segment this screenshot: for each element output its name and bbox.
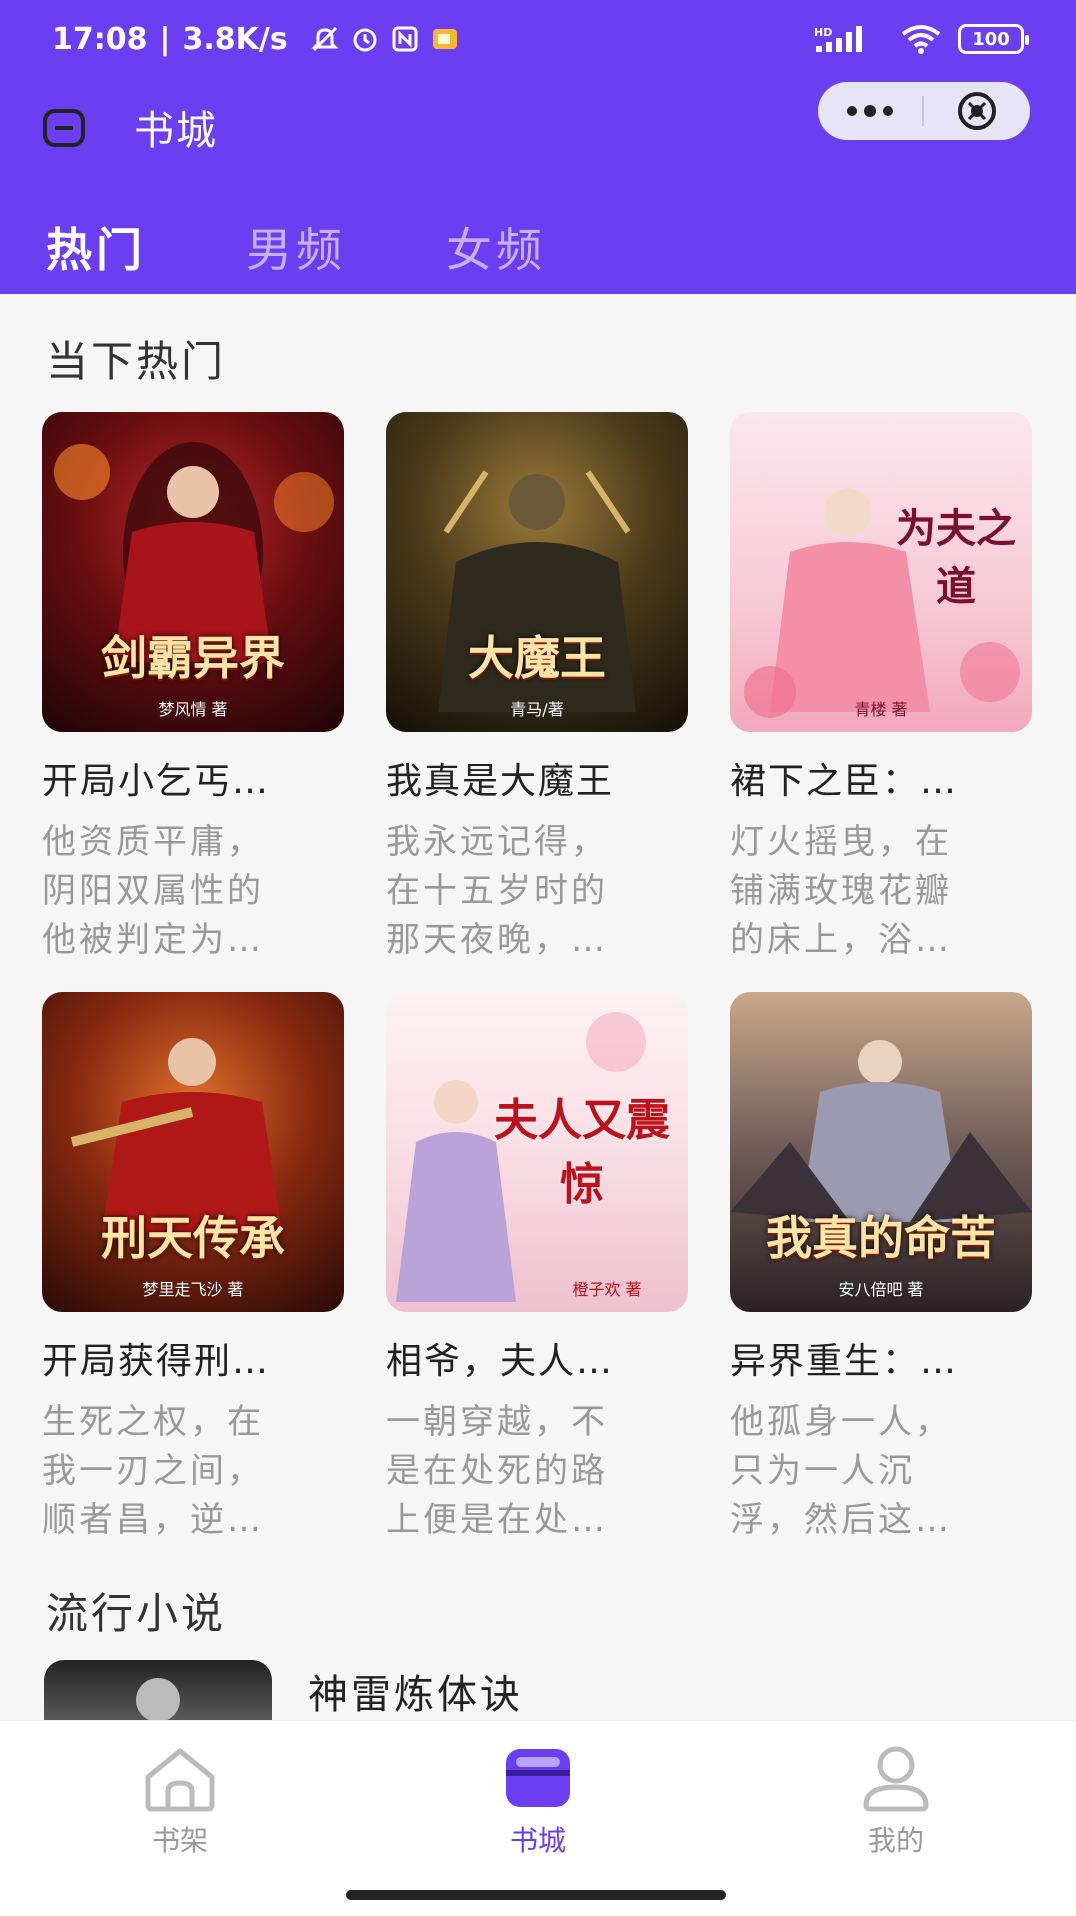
nav-label: 书架: [151, 1824, 208, 1857]
nav-profile[interactable]: 我的: [796, 1743, 996, 1859]
book-title[interactable]: 异界重生：…: [730, 1332, 1032, 1384]
tab-hot[interactable]: 热门: [46, 214, 146, 280]
cover-author: 安八倍吧 著: [838, 1280, 924, 1299]
nav-bookshelf[interactable]: 书架: [80, 1743, 280, 1859]
book-card[interactable]: 剑霸异界 梦风情 著 开局小乞丐… 他资质平庸， 阴阳双属性的 他被判定为…: [42, 412, 344, 965]
bottom-navigation: 书架 书城 我的: [0, 1720, 1076, 1916]
page-title: 书城: [134, 108, 218, 154]
book-cover[interactable]: 我真的命苦 安八倍吧 著: [730, 992, 1032, 1312]
book-cover[interactable]: 刑天传承 梦里走飞沙 著: [42, 992, 344, 1312]
cover-author: 青马/著: [510, 700, 564, 719]
book-description: 他资质平庸， 阴阳双属性的 他被判定为…: [42, 822, 264, 960]
book-title[interactable]: 神雷炼体诀: [308, 1662, 523, 1720]
book-description: 生死之权，在 我一刃之间， 顺者昌，逆…: [42, 1402, 264, 1540]
more-dots-icon: [847, 105, 893, 117]
book-cover[interactable]: 大魔王 青马/著: [386, 412, 688, 732]
close-mini-program-button[interactable]: [924, 82, 1030, 140]
book-card[interactable]: 为夫之道 青楼 著 裙下之臣：… 灯火摇曳，在 铺满玫瑰花瓣 的床上，浴…: [730, 412, 1032, 965]
book-cover[interactable]: 为夫之道 青楼 著: [730, 412, 1032, 732]
book-title[interactable]: 开局获得刑…: [42, 1332, 344, 1384]
book-description: 我永远记得， 在十五岁时的 那天夜晚，…: [386, 822, 608, 960]
book-title[interactable]: 开局小乞丐…: [42, 752, 344, 804]
nav-label: 书城: [509, 1824, 566, 1857]
cover-author: 梦风情 著: [158, 700, 228, 719]
home-icon[interactable]: [42, 108, 86, 148]
cover-title: 为夫之道: [896, 505, 1016, 610]
alarm-icon: [350, 24, 380, 54]
profile-icon: [856, 1743, 936, 1813]
book-title[interactable]: 我真是大魔王: [386, 752, 688, 804]
cover-title: 夫人又震惊: [494, 1095, 670, 1210]
nfc-icon: [390, 24, 420, 54]
book-cover[interactable]: 夫人又震惊 橙子欢 著: [386, 992, 688, 1312]
svg-text:HD: HD: [814, 26, 832, 39]
cover-title: 刑天传承: [101, 1211, 285, 1265]
bookshelf-icon: [140, 1743, 220, 1813]
tab-male[interactable]: 男频: [246, 214, 346, 280]
category-tabs: 热门 男频 女频: [0, 208, 1076, 278]
wifi-icon: [900, 24, 942, 54]
tab-female[interactable]: 女频: [446, 214, 546, 280]
cover-title: 剑霸异界: [101, 631, 285, 685]
cover-title: 大魔王: [468, 631, 606, 685]
home-indicator[interactable]: [346, 1890, 726, 1900]
book-card[interactable]: 大魔王 青马/著 我真是大魔王 我永远记得， 在十五岁时的 那天夜晚，…: [386, 412, 688, 965]
section-title-hot: 当下热门: [46, 337, 227, 386]
nav-label: 我的: [867, 1824, 924, 1857]
book-card[interactable]: 我真的命苦 安八倍吧 著 异界重生：… 他孤身一人， 只为一人沉 浮，然后这…: [730, 992, 1032, 1545]
more-menu-button[interactable]: [818, 82, 922, 140]
network-speed: 3.8K/s: [182, 21, 288, 57]
mini-program-capsule: [818, 82, 1030, 140]
cover-title: 我真的命苦: [766, 1211, 996, 1265]
nav-bookstore[interactable]: 书城: [438, 1743, 638, 1859]
book-description: 他孤身一人， 只为一人沉 浮，然后这…: [730, 1402, 952, 1540]
cover-author: 梦里走飞沙 著: [142, 1280, 244, 1299]
bookstore-icon: [498, 1743, 578, 1813]
book-title[interactable]: 裙下之臣：…: [730, 752, 1032, 804]
battery-indicator: 100: [958, 24, 1029, 54]
book-cover[interactable]: 剑霸异界 梦风情 著: [42, 412, 344, 732]
book-card[interactable]: 刑天传承 梦里走飞沙 著 开局获得刑… 生死之权，在 我一刃之间， 顺者昌，逆…: [42, 992, 344, 1545]
status-time: 17:08: [52, 21, 148, 57]
cover-author: 青楼 著: [854, 700, 908, 719]
book-card[interactable]: 夫人又震惊 橙子欢 著 相爷，夫人… 一朝穿越，不 是在处死的路 上便是在处…: [386, 992, 688, 1545]
section-title-popular: 流行小说: [46, 1589, 227, 1638]
close-circle-icon: [958, 92, 996, 130]
mute-icon: [310, 24, 340, 54]
status-bar: 17:08 | 3.8K/s HD 100: [0, 0, 1076, 78]
book-description: 一朝穿越，不 是在处死的路 上便是在处…: [386, 1402, 608, 1540]
cover-author: 橙子欢 著: [572, 1280, 642, 1299]
book-title[interactable]: 相爷，夫人…: [386, 1332, 688, 1384]
app-header: 17:08 | 3.8K/s HD 100 书城 热门 男频 女频: [0, 0, 1076, 294]
signal-icon: HD: [814, 24, 884, 54]
notification-app-icon: [430, 24, 460, 54]
book-description: 灯火摇曳，在 铺满玫瑰花瓣 的床上，浴…: [730, 822, 952, 960]
